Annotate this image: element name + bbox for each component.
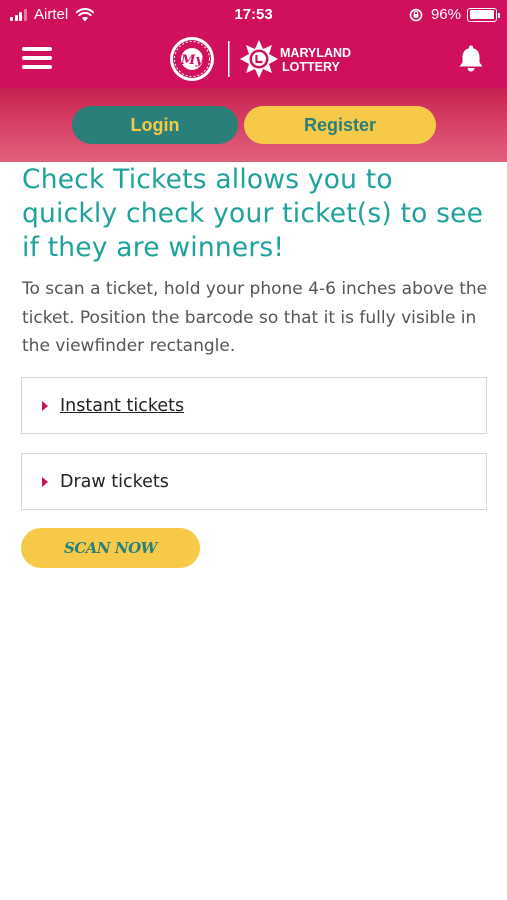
battery-percent: 96% (430, 6, 461, 23)
auth-band: Login Register (0, 88, 507, 162)
brand-line-1: MARYLAND (280, 46, 351, 60)
instant-tickets-label: Instant tickets (60, 395, 185, 416)
battery-icon (467, 7, 500, 22)
hamburger-menu-icon[interactable] (22, 47, 52, 69)
draw-tickets-section[interactable]: Draw tickets (21, 453, 487, 510)
caret-right-icon (42, 476, 48, 487)
battery-fill (469, 10, 494, 19)
brand-line-2: LOTTERY (282, 60, 341, 74)
status-bar: Airtel 17:53 96% (0, 0, 507, 30)
login-button[interactable]: Login (72, 106, 238, 144)
caret-right-icon (42, 400, 48, 411)
maryland-lottery-logo[interactable]: My MARYLAND LOTTERY (168, 35, 358, 83)
register-button[interactable]: Register (244, 106, 436, 144)
status-right: 96% (409, 6, 500, 23)
draw-tickets-label: Draw tickets (60, 471, 169, 492)
scan-now-button[interactable]: SCAN NOW (21, 528, 200, 568)
scan-now-label: SCAN NOW (64, 539, 157, 557)
rewards-logo-text: My (180, 53, 204, 68)
instant-tickets-section[interactable]: Instant tickets (21, 377, 487, 434)
app-header: My MARYLAND LOTTERY (0, 30, 507, 88)
page-headline: Check Tickets allows you to quickly chec… (22, 164, 484, 263)
scan-instructions: To scan a ticket, hold your phone 4-6 in… (22, 279, 488, 356)
rotation-lock-icon (409, 8, 423, 21)
bell-icon[interactable] (457, 43, 485, 73)
